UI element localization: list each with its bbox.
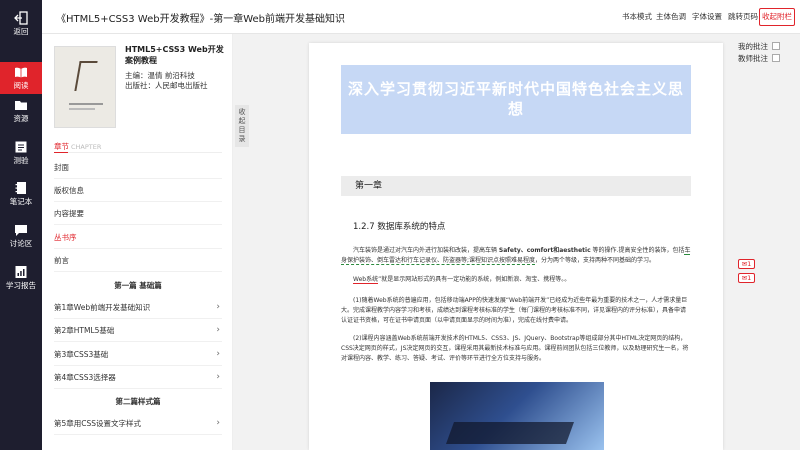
subsection-heading: 1.2.7 数据库系统的特点 [353,222,446,232]
reader-page: 深入学习贯彻习近平新时代中国特色社会主义思想 第一章 1.2.7 数据库系统的特… [309,43,723,450]
rail-label: 讨论区 [9,239,33,248]
teacher-notes-label: 教师批注 [738,54,768,63]
teacher-notes-checkbox[interactable] [772,54,780,62]
rail-quiz[interactable]: 测验 [0,137,42,169]
annotated-text[interactable]: Web系统 [353,276,379,284]
report-icon [15,266,27,278]
book-cover [54,46,116,128]
rail-label: 笔记本 [9,197,33,206]
top-bar: 《HTML5+CSS3 Web开发教程》-第一章Web前端开发基础知识 书本模式… [42,0,800,34]
quiz-icon [15,141,27,153]
font-settings-button[interactable]: 字体设置 [692,10,722,24]
text-run: ，分为两个等级，支持两种不同基础的学习。 [535,257,656,264]
book-title: HTML5+CSS3 Web开发案例教程 [125,45,224,65]
comment-badge[interactable]: ✉1 [738,273,755,283]
rail-label: 学习报告 [6,281,36,290]
folder-icon [15,101,27,110]
text-run: ”就是显示网站形式的具有一定功能的系统，例如新浪、淘宝、携程等。。 [378,276,571,283]
toc-item[interactable]: 版权信息 [54,179,222,202]
rail-discussion[interactable]: 讨论区 [0,220,42,252]
book-publisher: 出版社：人民邮电出版社 [125,81,208,90]
toc-chapter[interactable]: 第5章用CSS设置文字样式 › [54,412,222,435]
collapse-sidebar-button[interactable]: 收起附栏 [759,8,795,26]
chevron-right-icon: › [216,325,220,335]
comment-count: 1 [747,274,752,282]
toc-chapter-label: 第4章CSS3选择器 [54,373,116,382]
notebook-icon [15,182,26,194]
chevron-right-icon: › [216,418,220,428]
jump-page-button[interactable]: 跳转页码 [728,10,758,24]
rail-label: 测验 [13,156,29,165]
rail-label: 返回 [13,27,29,36]
chevron-right-icon: › [216,372,220,382]
content-image [430,382,604,450]
paragraph[interactable]: (2)课程内容涵盖Web系统前端开发技术的HTML5、CSS3、JS、JQuer… [341,334,691,364]
collapse-catalog-label: 收起目录 [238,108,246,143]
toc-chapter-label: 第3章CSS3基础 [54,350,109,359]
page-title: 《HTML5+CSS3 Web开发教程》-第一章Web前端开发基础知识 [56,14,345,25]
section-header-en: CHAPTER [71,143,102,151]
paragraph[interactable]: (1)随着Web系统的普遍应用，包括移动端APP的快速发展“Web前端开发”已经… [341,296,691,326]
text-run: 汽车装饰是通过对汽车内外进行加装和改装，提高车辆 [353,247,499,254]
text-run: 等的操作.提高安全性的装饰，包括 [590,247,685,254]
rail-back[interactable]: 返回 [0,8,42,40]
rail-report[interactable]: 学习报告 [0,262,42,294]
chat-icon [15,225,27,236]
toc-chapter[interactable]: 第3章CSS3基础 › [54,343,222,366]
rail-resources[interactable]: 资源 [0,95,42,127]
toc-chapter[interactable]: 第1章Web前端开发基础知识 › [54,296,222,319]
toc-chapter-label: 第1章Web前端开发基础知识 [54,303,151,312]
rail-notebook[interactable]: 笔记本 [0,178,42,210]
toc-item[interactable]: 内容提要 [54,202,222,225]
comment-count: 1 [747,260,752,268]
rail-read[interactable]: 阅读 [0,62,42,94]
chevron-right-icon: › [216,349,220,359]
toc-part-heading: 第二篇样式篇 [115,397,161,406]
toc-chapter[interactable]: 第4章CSS3选择器 › [54,366,222,389]
catalog-panel: HTML5+CSS3 Web开发案例教程 主编：温倩 前沿科技 出版社：人民邮电… [42,34,233,450]
toc-item[interactable]: 前言 [54,249,222,272]
comment-badge[interactable]: ✉1 [738,259,755,269]
rail-label: 资源 [13,114,29,123]
book-open-icon [15,67,27,78]
toc-item-active[interactable]: 丛书序 [54,226,222,249]
my-notes-toggle[interactable]: 我的批注 [738,41,780,52]
back-icon [14,11,28,25]
my-notes-checkbox[interactable] [772,42,780,50]
page-banner: 深入学习贯彻习近平新时代中国特色社会主义思想 [341,65,691,134]
theme-color-button[interactable]: 主体色调 [656,10,686,24]
section-divider [54,152,222,153]
toc-chapter[interactable]: 第2章HTML5基础 › [54,319,222,342]
paragraph[interactable]: Web系统”就是显示网站形式的具有一定功能的系统，例如新浪、淘宝、携程等。。 [341,275,691,285]
my-notes-label: 我的批注 [738,42,768,51]
rail-label: 阅读 [13,81,29,90]
book-mode-button[interactable]: 书本模式 [622,10,652,24]
text-run-bold: Safety、comfort和aesthetic [498,247,591,254]
side-navigation: 返回 阅读 资源 测验 笔记本 讨论区 学习报告 [0,0,42,450]
section-header-cn: 章节 [54,142,69,151]
chevron-right-icon: › [216,302,220,312]
chapter-heading: 第一章 [341,176,691,196]
toc-part-heading: 第一篇 基础篇 [114,281,162,290]
paragraph[interactable]: 汽车装饰是通过对汽车内外进行加装和改装，提高车辆 Safety、comfort和… [341,246,691,266]
toc-chapter-label: 第2章HTML5基础 [54,326,115,335]
teacher-notes-toggle[interactable]: 教师批注 [738,53,780,64]
section-header: 章节 CHAPTER [54,141,101,152]
toc-item[interactable]: 封面 [54,156,222,179]
collapse-catalog-tab[interactable]: 收起目录 [235,105,249,147]
toc-chapter-label: 第5章用CSS设置文字样式 [54,419,142,428]
